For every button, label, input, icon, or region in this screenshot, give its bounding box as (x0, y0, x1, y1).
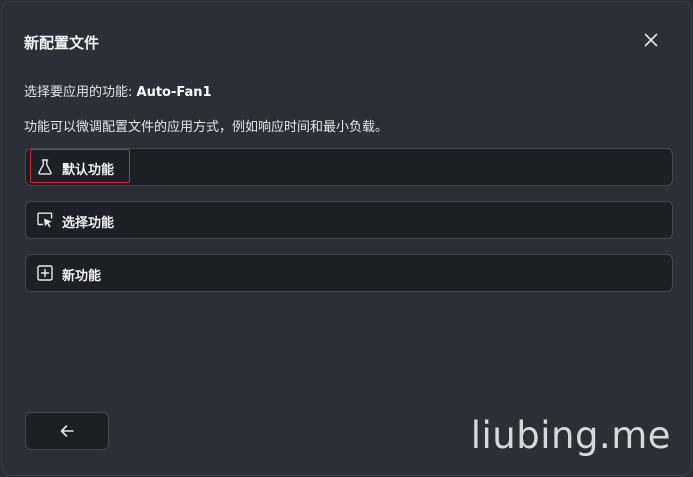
feature-prompt: 选择要应用的功能: Auto-Fan1 (24, 81, 212, 100)
cursor-select-icon (36, 211, 54, 229)
default-feature-option[interactable]: 默认功能 (25, 148, 673, 186)
select-feature-option[interactable]: 选择功能 (25, 201, 673, 239)
new-feature-option[interactable]: 新功能 (25, 254, 673, 292)
plus-square-icon (36, 264, 54, 282)
default-feature-label: 默认功能 (62, 163, 115, 178)
close-icon (644, 33, 658, 47)
arrow-left-icon (60, 425, 74, 437)
feature-prompt-text: 选择要应用的功能: (24, 85, 137, 100)
close-button[interactable] (639, 28, 663, 52)
new-feature-label: 新功能 (62, 269, 102, 284)
select-feature-label: 选择功能 (62, 216, 115, 231)
feature-description: 功能可以微调配置文件的应用方式，例如响应时间和最小负载。 (24, 120, 389, 135)
back-button[interactable] (25, 412, 109, 450)
dialog-title: 新配置文件 (24, 34, 100, 52)
flask-icon (36, 158, 54, 176)
watermark: liubing.me (470, 414, 671, 457)
new-profile-dialog: 新配置文件 选择要应用的功能: Auto-Fan1 功能可以微调配置文件的应用方… (1, 1, 692, 476)
profile-name: Auto-Fan1 (136, 85, 212, 100)
